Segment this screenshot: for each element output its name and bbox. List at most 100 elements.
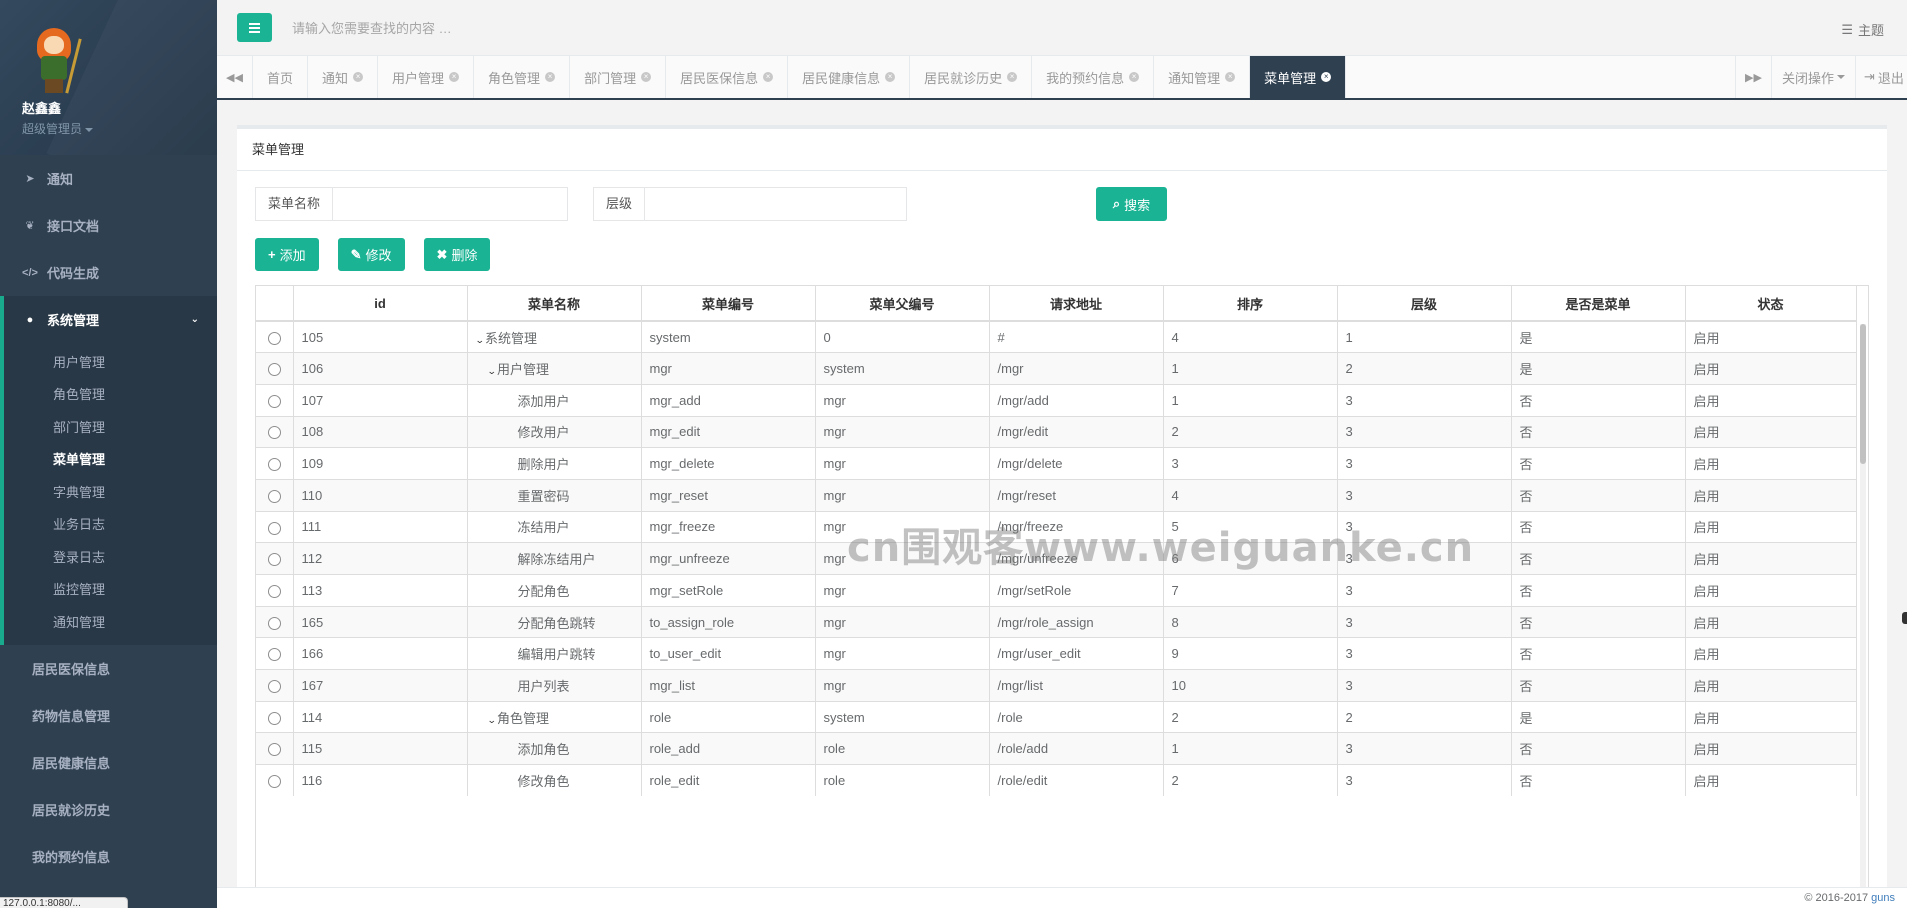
table-row[interactable]: 165 分配角色跳转 to_assign_role mgr/mgr/role_assi… xyxy=(256,605,1857,638)
edge-handle[interactable] xyxy=(1902,612,1907,624)
submenu-item[interactable]: 监控管理 xyxy=(4,573,217,606)
tab-item[interactable]: 居民医保信息 × xyxy=(666,56,789,98)
sidebar-item-more[interactable]: 药物信息管理 xyxy=(0,692,217,739)
row-radio[interactable] xyxy=(267,426,281,440)
row-radio[interactable] xyxy=(267,743,281,757)
sidebar-item-more[interactable]: 居民医保信息 xyxy=(0,645,217,692)
scrollbar-thumb[interactable] xyxy=(1860,324,1866,464)
close-tab-icon[interactable]: × xyxy=(1129,72,1140,82)
tab-item[interactable]: 部门管理 × xyxy=(570,56,667,98)
submenu-item[interactable]: 通知管理 xyxy=(4,605,217,638)
toggle-sidebar-button[interactable] xyxy=(237,13,272,42)
close-tab-icon[interactable]: × xyxy=(353,72,364,82)
logout-button[interactable]: ⇥ 退出 xyxy=(1855,56,1907,98)
table-row[interactable]: 166 编辑用户跳转 to_user_edit mgr/mgr/user_edit 9 3… xyxy=(256,637,1857,670)
close-operations-dropdown[interactable]: 关闭操作 xyxy=(1770,56,1855,98)
column-header[interactable]: 菜单编号 xyxy=(641,286,816,322)
menu-name-input[interactable] xyxy=(333,188,564,220)
user-role-dropdown[interactable]: 超级管理员 xyxy=(22,120,217,137)
close-tab-icon[interactable]: × xyxy=(1321,72,1332,82)
close-tab-icon[interactable]: × xyxy=(1225,72,1236,82)
submenu-item[interactable]: 字典管理 xyxy=(4,475,217,508)
submenu-item[interactable]: 菜单管理 xyxy=(4,443,217,476)
edit-button[interactable]: ✎ 修改 xyxy=(337,238,405,271)
row-radio[interactable] xyxy=(267,363,281,377)
close-tab-icon[interactable]: × xyxy=(641,72,652,82)
submenu-item[interactable]: 用户管理 xyxy=(4,345,217,378)
tree-expand-icon[interactable]: ⌄ xyxy=(474,335,484,346)
submenu-item[interactable]: 业务日志 xyxy=(4,508,217,541)
tab-item[interactable]: 通知 × xyxy=(308,56,379,98)
row-radio[interactable] xyxy=(267,489,281,503)
footer-link[interactable]: guns xyxy=(1871,892,1895,904)
table-row[interactable]: 115 添加角色 role_add role/role/add 1 3 否启用 xyxy=(256,732,1857,765)
table-row[interactable]: 109 删除用户 mgr_delete mgr/mgr/delete 3 3 否启用 xyxy=(256,447,1857,480)
sidebar-item-3[interactable]: ● 系统管理 ⌄ xyxy=(0,296,217,343)
row-radio[interactable] xyxy=(267,711,281,725)
column-header[interactable]: 请求地址 xyxy=(989,286,1164,322)
table-row[interactable]: 116 修改角色 role_edit role/role/edit 2 3 否启用 xyxy=(256,764,1857,797)
add-button[interactable]: + 添加 xyxy=(255,238,319,271)
column-header[interactable]: 菜单父编号 xyxy=(815,286,990,322)
table-row[interactable]: 114 ⌄角色管理 role system/role 2 2 是启用 xyxy=(256,700,1857,733)
sidebar-item-2[interactable]: </> 代码生成 xyxy=(0,249,217,296)
row-radio[interactable] xyxy=(267,584,281,598)
row-radio[interactable] xyxy=(267,553,281,567)
close-tab-icon[interactable]: × xyxy=(449,72,460,82)
row-radio[interactable] xyxy=(267,331,281,345)
row-radio[interactable] xyxy=(267,679,281,693)
tab-item[interactable]: 用户管理 × xyxy=(378,56,475,98)
row-radio[interactable] xyxy=(267,775,281,789)
sidebar-item-more[interactable]: 我的预约信息 xyxy=(0,833,217,880)
table-row[interactable]: 108 修改用户 mgr_edit mgr/mgr/edit 2 3 否启用 xyxy=(256,415,1857,448)
tree-expand-icon[interactable]: ⌄ xyxy=(486,715,496,726)
tab-item[interactable]: 菜单管理 × xyxy=(1250,56,1347,98)
global-search-input[interactable] xyxy=(292,13,892,43)
column-header[interactable]: 是否是菜单 xyxy=(1511,286,1686,322)
tab-item[interactable]: 居民健康信息 × xyxy=(788,56,911,98)
sidebar-item-more[interactable]: 居民健康信息 xyxy=(0,739,217,786)
tab-scroll-left-button[interactable]: ◀◀ xyxy=(217,56,253,98)
tab-item[interactable]: 通知管理 × xyxy=(1154,56,1251,98)
search-button[interactable]: ⌕ 搜索 xyxy=(1096,187,1167,221)
close-tab-icon[interactable]: × xyxy=(545,72,556,82)
tab-item[interactable]: 我的预约信息 × xyxy=(1032,56,1155,98)
table-scrollbar[interactable] xyxy=(1860,324,1866,895)
sidebar-item-more[interactable]: 居民就诊历史 xyxy=(0,786,217,833)
table-row[interactable]: 110 重置密码 mgr_reset mgr/mgr/reset 4 3 否启用 xyxy=(256,478,1857,512)
table-row[interactable]: 113 分配角色 mgr_setRole mgr/mgr/setRole 7 3 否启用 xyxy=(256,574,1857,607)
sidebar-item-0[interactable]: ➤ 通知 xyxy=(0,155,217,202)
close-tab-icon[interactable]: × xyxy=(763,72,774,82)
theme-button[interactable]: ☰ 主题 xyxy=(1841,20,1884,39)
column-header[interactable]: 状态 xyxy=(1685,286,1857,322)
row-radio[interactable] xyxy=(267,616,281,630)
tab-item[interactable]: 居民就诊历史 × xyxy=(910,56,1033,98)
tasks-icon: ☰ xyxy=(1841,21,1853,37)
sidebar-item-1[interactable]: ❦ 接口文档 xyxy=(0,202,217,249)
row-radio[interactable] xyxy=(267,648,281,662)
tab-item[interactable]: 首页 xyxy=(253,56,309,98)
table-row[interactable]: 107 添加用户 mgr_add mgr/mgr/add 1 3 否启用 xyxy=(256,383,1857,417)
column-header[interactable]: 层级 xyxy=(1337,286,1512,322)
submenu-item[interactable]: 部门管理 xyxy=(4,410,217,443)
delete-button[interactable]: ✖ 删除 xyxy=(423,238,491,271)
tree-expand-icon[interactable]: ⌄ xyxy=(486,366,496,377)
tab-scroll-right-button[interactable]: ▶▶ xyxy=(1734,56,1771,98)
row-radio[interactable] xyxy=(267,521,281,535)
row-radio[interactable] xyxy=(267,394,281,408)
tab-item[interactable]: 角色管理 × xyxy=(474,56,571,98)
column-header[interactable]: 菜单名称 xyxy=(467,286,642,322)
close-tab-icon[interactable]: × xyxy=(1007,72,1018,82)
close-tab-icon[interactable]: × xyxy=(885,72,896,82)
table-row[interactable]: 106 ⌄用户管理 mgr system/mgr 1 2 是启用 xyxy=(256,352,1857,385)
table-row[interactable]: 105 ⌄系统管理 system 0 #4 1 是启用 xyxy=(256,320,1857,353)
column-header[interactable]: 排序 xyxy=(1163,286,1338,322)
avatar[interactable] xyxy=(26,26,84,96)
submenu-item[interactable]: 登录日志 xyxy=(4,540,217,573)
column-header[interactable]: id xyxy=(293,286,468,322)
table-row[interactable]: 167 用户列表 mgr_list mgr/mgr/list 10 3 否启用 xyxy=(256,669,1857,702)
cell-level: 3 xyxy=(1337,605,1512,638)
level-input[interactable] xyxy=(645,188,906,220)
submenu-item[interactable]: 角色管理 xyxy=(4,378,217,411)
row-radio[interactable] xyxy=(267,458,281,472)
